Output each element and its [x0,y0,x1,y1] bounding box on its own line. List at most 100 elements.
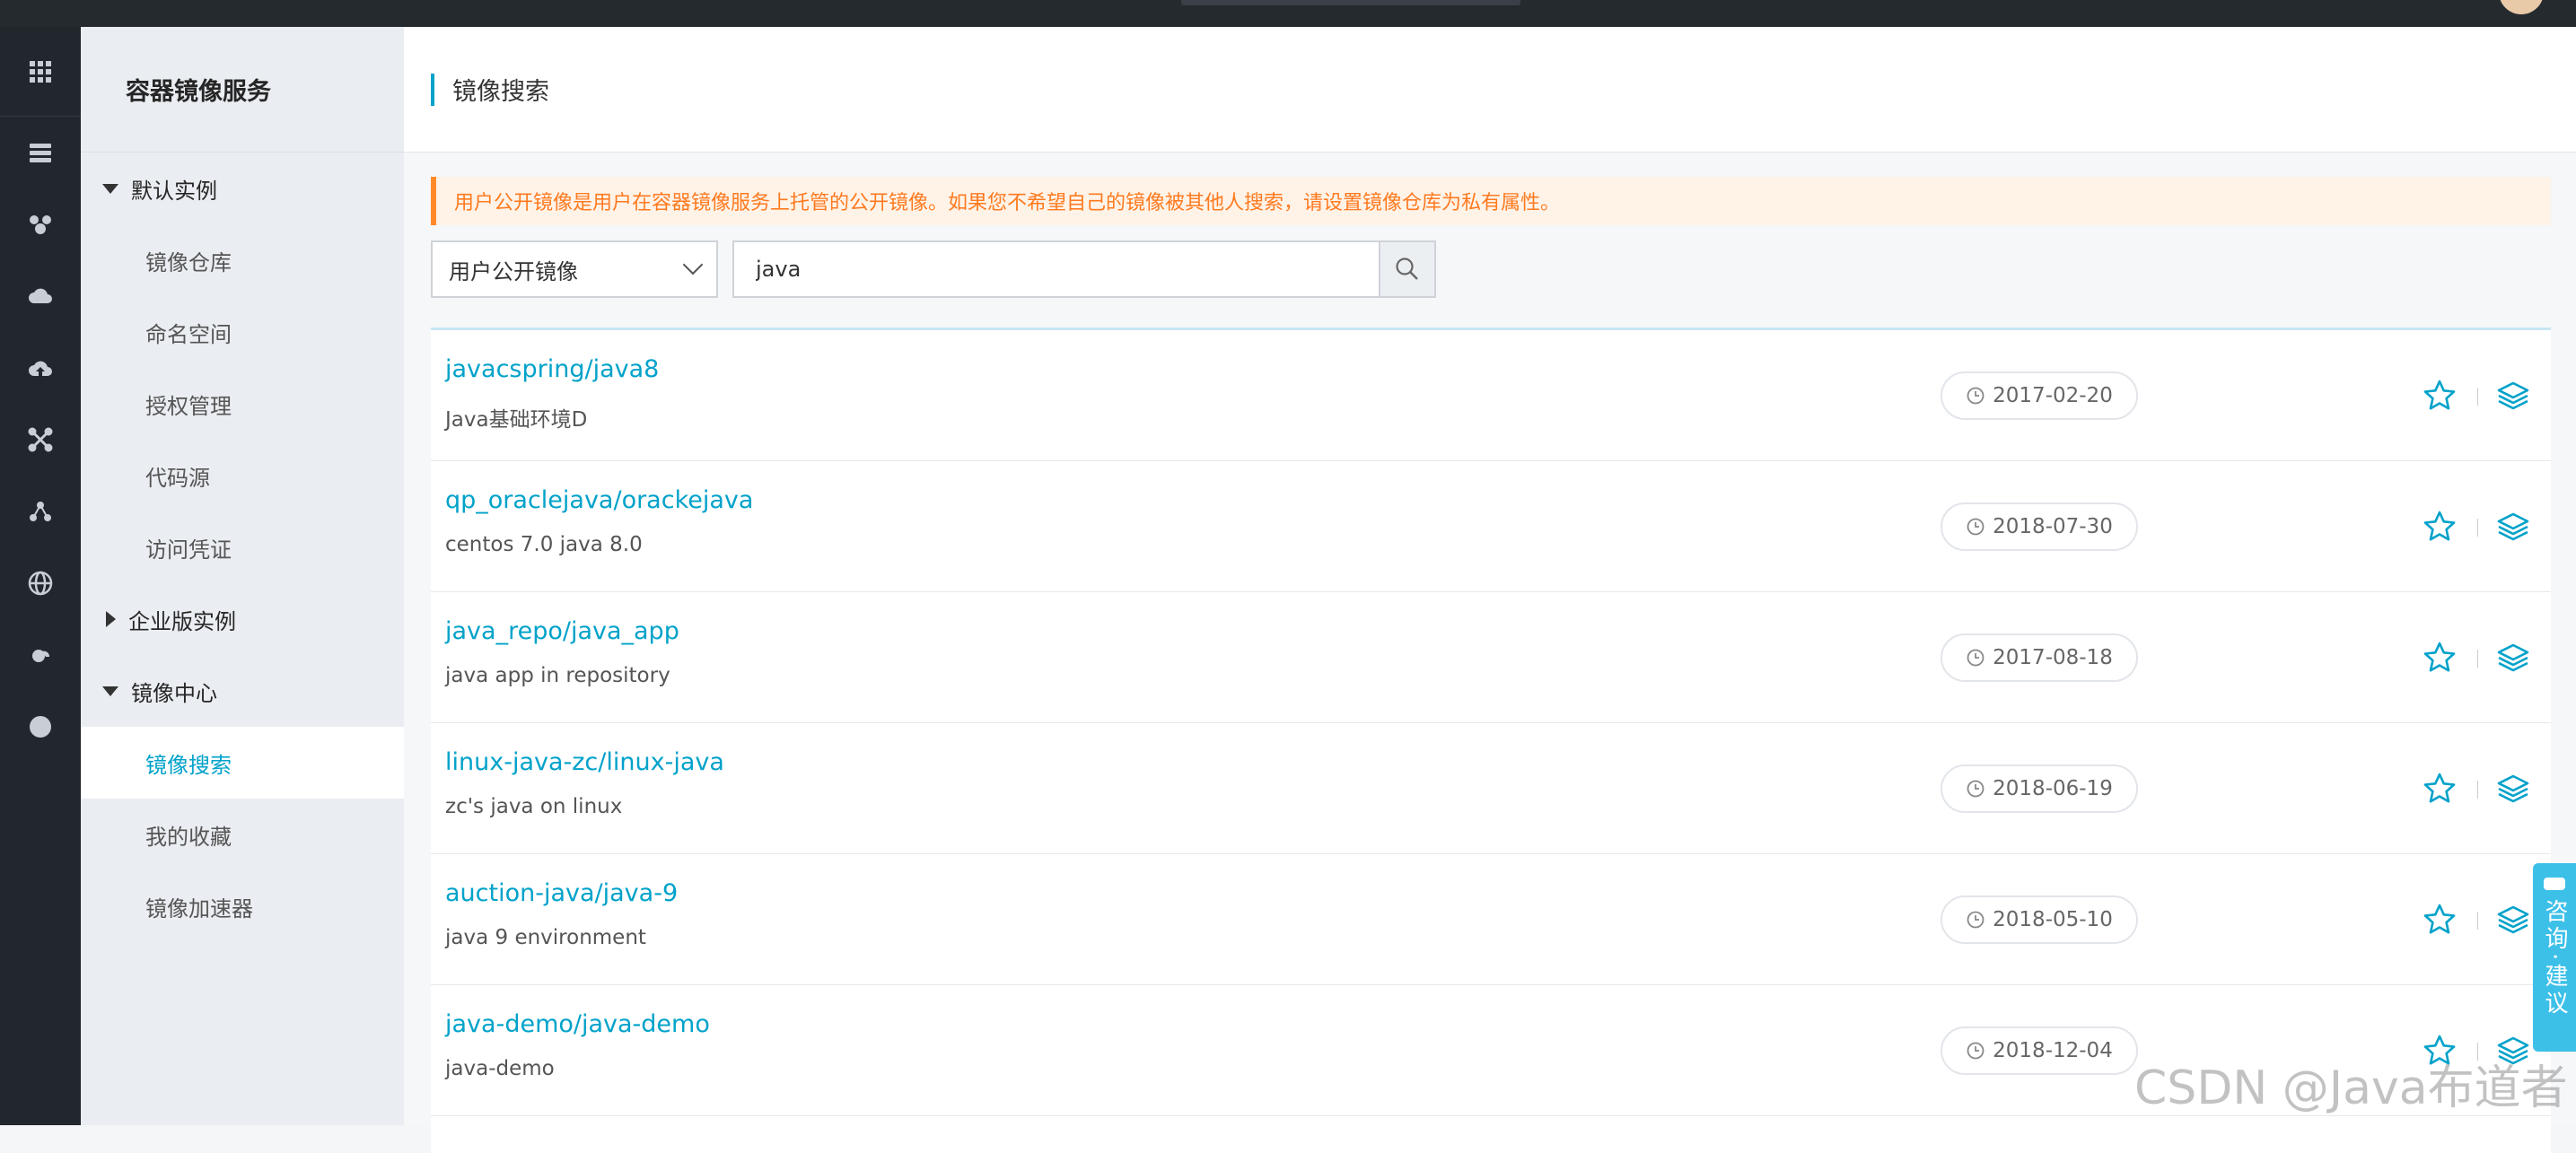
source-select-value: 用户公开镜像 [449,258,578,284]
clock-icon [1967,780,1985,798]
sidebar-item-access-credentials[interactable]: 访问凭证 [81,511,404,583]
result-row: auction-java/java-9 java 9 environment 201… [431,854,2551,985]
page-title: 镜像搜索 [452,78,549,106]
rail-item-server[interactable] [0,117,81,188]
layers-icon[interactable] [2495,771,2531,807]
star-icon[interactable] [2422,902,2458,938]
search-input[interactable] [732,240,1379,298]
notice-text: 用户公开镜像是用户在容器镜像服务上托管的公开镜像。如果您不希望自己的镜像被其他人… [454,192,1561,214]
caret-right-icon [106,611,116,627]
globe-icon [28,571,53,596]
repo-name-link[interactable]: linux-java-zc/linux-java [445,748,724,776]
repo-description: centos 7.0 java 8.0 [445,533,643,556]
consult-label: 咨询·建议 [2541,899,2568,1018]
clock-icon [1967,518,1985,536]
clock-icon [1967,911,1985,929]
action-separator [2477,781,2478,799]
weather-icon [32,650,50,662]
chat-icon [2544,878,2565,890]
layers-icon[interactable] [2495,902,2531,938]
service-title: 容器镜像服务 [81,27,404,153]
clock-icon [1967,1042,1985,1060]
repo-name-link[interactable]: java_repo/java_app [445,617,679,645]
repo-description: zc's java on linux [445,795,623,818]
filter-row: 用户公开镜像 [431,240,1436,298]
consult-feedback-tab[interactable]: 咨询·建议 [2533,863,2576,1052]
result-row: java_repo/java_appjava app in repository… [431,592,2551,723]
search-icon [1396,258,1418,280]
sidebar-group-enterprise-instance[interactable]: 企业版实例 [81,583,404,655]
result-row: linux-java-zc/linux-java zc's java on lin… [431,723,2551,854]
network-icon [28,427,53,452]
repo-name-link[interactable]: auction-java/java-9 [445,879,678,907]
repo-description: Java基础环境D [445,408,588,432]
cluster-icon [30,215,51,234]
sidebar-item-authorization[interactable]: 授权管理 [81,368,404,440]
date-text: 2017-02-20 [1993,384,2113,407]
action-separator [2477,519,2478,537]
top-bar [0,0,2576,27]
result-row: qp_oraclejava/orackejavacentos 7.0 java … [431,461,2551,592]
rail-item-cloud[interactable] [0,260,81,332]
repo-name-link[interactable]: java-demo/java-demo [445,1010,710,1038]
sidebar-item-code-source[interactable]: 代码源 [81,440,404,511]
product-rail [0,27,81,1125]
clock-icon [1967,649,1985,667]
result-row: javacspring/java8 Java基础环境D 2017-02-20 [431,330,2551,461]
rail-item-globe[interactable] [0,547,81,619]
rail-item-circle[interactable] [0,691,81,763]
action-separator [2477,388,2478,406]
sidebar-item-repositories[interactable]: 镜像仓库 [81,224,404,296]
action-separator [2477,912,2478,930]
layers-icon[interactable] [2495,509,2531,545]
grid-icon [30,60,51,83]
notice-banner: 用户公开镜像是用户在容器镜像服务上托管的公开镜像。如果您不希望自己的镜像被其他人… [431,177,2551,225]
cloud-upload-icon [29,361,52,376]
layers-icon[interactable] [2495,378,2531,414]
updated-date-badge: 2017-02-20 [1941,371,2138,420]
top-search-stub[interactable] [1181,0,1520,5]
layers-icon[interactable] [2495,640,2531,676]
updated-date-badge: 2018-12-04 [1941,1026,2138,1075]
rail-item-weather[interactable] [0,619,81,691]
caret-down-icon [102,686,118,696]
date-text: 2018-06-19 [1993,777,2113,800]
cloud-icon [29,288,52,303]
circle-icon [30,716,51,738]
rail-item-nodes[interactable] [0,476,81,547]
avatar[interactable] [2499,0,2544,14]
repo-name-link[interactable]: qp_oraclejava/orackejava [445,486,753,514]
sidebar-item-accelerator[interactable]: 镜像加速器 [81,870,404,942]
sidebar-group-image-center[interactable]: 镜像中心 [81,655,404,727]
star-icon[interactable] [2422,771,2458,807]
rail-menu-button[interactable] [0,27,81,117]
star-icon[interactable] [2422,640,2458,676]
rail-item-cloud-upload[interactable] [0,332,81,404]
service-sidebar: 容器镜像服务 默认实例 镜像仓库 命名空间 授权管理 代码源 访问凭证 企业版实… [81,27,404,1125]
title-accent-bar [431,73,434,106]
repo-description: java-demo [445,1057,555,1080]
sidebar-item-image-search[interactable]: 镜像搜索 [81,727,404,799]
rail-item-cluster[interactable] [0,188,81,260]
server-icon [30,144,51,162]
repo-description: java app in repository [445,664,670,687]
sidebar-item-namespaces[interactable]: 命名空间 [81,296,404,368]
search-button[interactable] [1379,240,1436,298]
rail-item-network[interactable] [0,404,81,476]
updated-date-badge: 2018-05-10 [1941,895,2138,944]
date-text: 2018-07-30 [1993,515,2113,538]
repo-name-link[interactable]: javacspring/java8 [445,355,659,383]
nodes-icon [30,502,51,521]
sidebar-group-default-instance[interactable]: 默认实例 [81,153,404,224]
group-label: 企业版实例 [128,608,236,634]
main-content: 镜像搜索 用户公开镜像是用户在容器镜像服务上托管的公开镜像。如果您不希望自己的镜… [404,27,2576,1153]
star-icon[interactable] [2422,509,2458,545]
updated-date-badge: 2018-07-30 [1941,502,2138,551]
sidebar-item-favorites[interactable]: 我的收藏 [81,799,404,870]
repo-description: java 9 environment [445,926,646,949]
date-text: 2017-08-18 [1993,646,2113,669]
star-icon[interactable] [2422,378,2458,414]
updated-date-badge: 2018-06-19 [1941,764,2138,813]
group-label: 默认实例 [131,178,217,204]
source-select[interactable]: 用户公开镜像 [431,240,718,298]
